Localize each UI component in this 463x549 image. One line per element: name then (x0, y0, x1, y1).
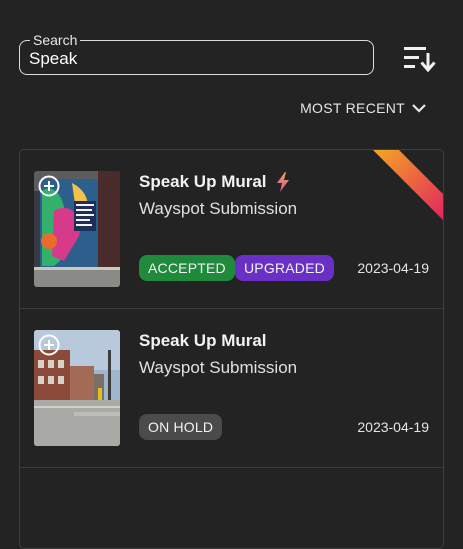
sort-order-dropdown[interactable]: MOST RECENT (300, 98, 427, 118)
submission-thumbnail (34, 171, 120, 287)
submission-title-row: Speak Up Mural (139, 172, 291, 192)
search-label: Search (30, 32, 81, 48)
submission-date: 2023-04-19 (357, 419, 429, 435)
status-badge-on-hold: ON HOLD (139, 414, 223, 440)
submission-list: Speak Up Mural Wayspot Submission ACCEPT… (19, 149, 444, 549)
submission-title: Speak Up Mural (139, 331, 267, 350)
upgrade-corner-ribbon (373, 150, 443, 220)
submission-type: Wayspot Submission (139, 358, 298, 377)
submission-card[interactable]: Speak Up Mural Wayspot Submission ON HOL… (20, 309, 443, 467)
search-input[interactable] (29, 48, 349, 70)
chevron-down-icon (412, 104, 426, 113)
add-circle-icon[interactable] (38, 175, 60, 197)
search-field[interactable]: Search (19, 32, 374, 75)
submission-date: 2023-04-19 (357, 260, 429, 276)
submission-thumbnail (34, 330, 120, 446)
sort-descending-icon[interactable] (402, 44, 436, 72)
submission-type: Wayspot Submission (139, 199, 298, 218)
card-divider (20, 467, 443, 468)
add-circle-icon[interactable] (38, 334, 60, 356)
status-badge-accepted: ACCEPTED (139, 255, 235, 281)
status-badge-upgraded: UPGRADED (235, 255, 334, 281)
submission-card[interactable]: Speak Up Mural Wayspot Submission ACCEPT… (20, 150, 443, 308)
lightning-bolt-icon (276, 172, 289, 192)
submission-title: Speak Up Mural (139, 172, 267, 191)
sort-order-label: MOST RECENT (300, 100, 405, 116)
